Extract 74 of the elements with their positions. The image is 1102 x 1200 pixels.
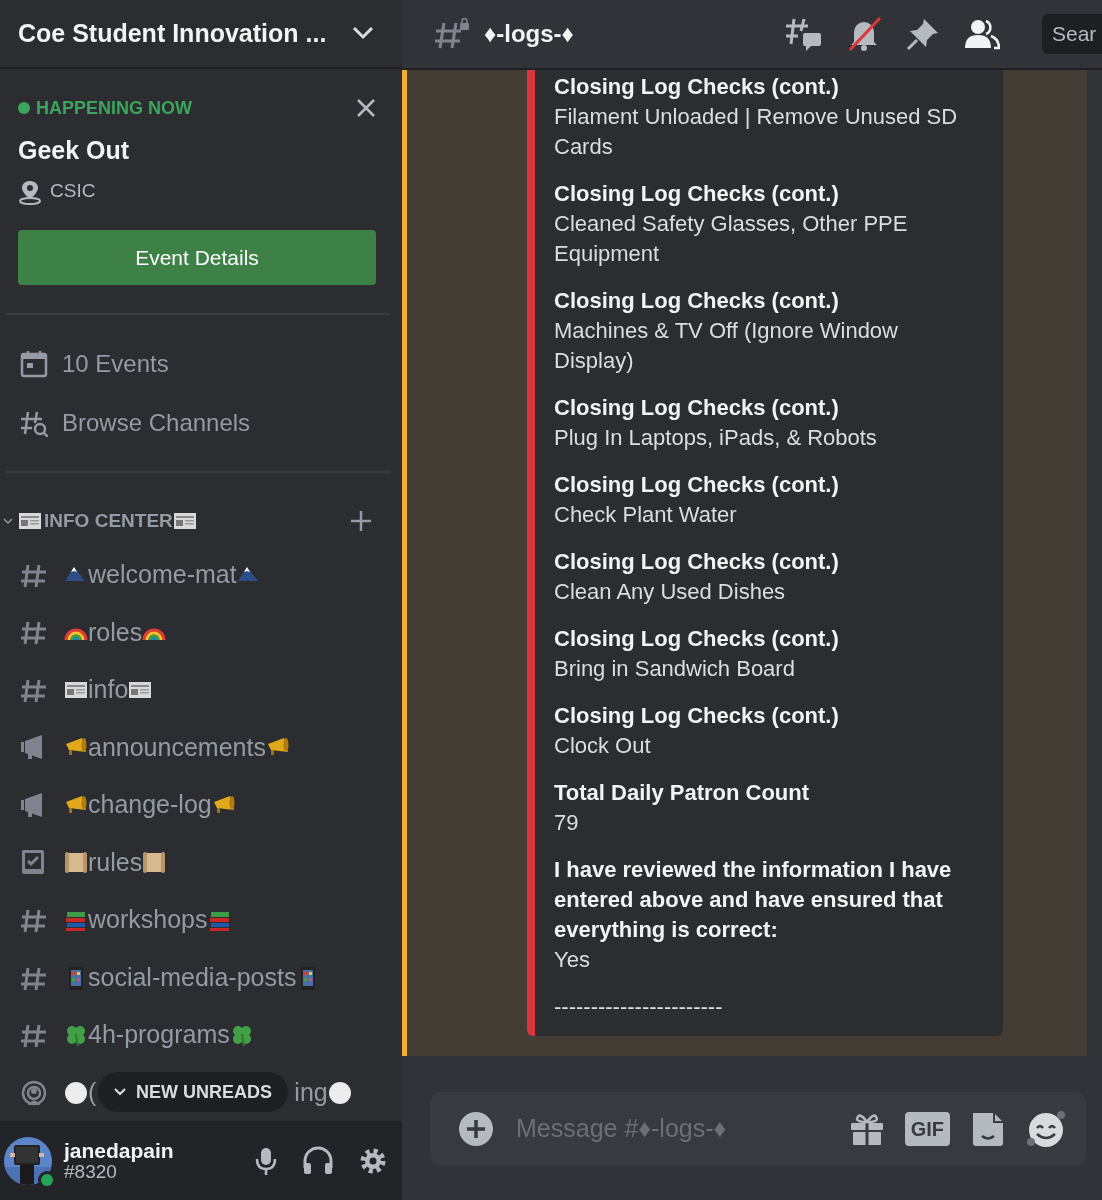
field-name: Closing Log Checks (cont.) bbox=[554, 287, 840, 315]
field-value: Bring in Sandwich Board bbox=[554, 655, 796, 683]
scroll-icon bbox=[64, 850, 88, 875]
sticker-icon[interactable] bbox=[970, 1110, 1006, 1148]
scroll-icon bbox=[142, 850, 167, 875]
clover-icon bbox=[64, 1023, 88, 1048]
field-name: Closing Log Checks (cont.) bbox=[554, 625, 840, 653]
field-value: Plug In Laptops, iPads, & Robots bbox=[554, 424, 878, 452]
channel-name[interactable]: social-media-posts bbox=[88, 958, 297, 997]
pin-icon[interactable] bbox=[906, 17, 940, 51]
microphone-icon[interactable] bbox=[254, 1145, 278, 1176]
channel-name[interactable]: ( bbox=[88, 1073, 97, 1112]
circle-icon bbox=[64, 1080, 88, 1105]
calendar-icon bbox=[20, 350, 48, 379]
server-name[interactable]: Coe Student Innovation ... bbox=[18, 14, 327, 53]
status-dot-icon bbox=[18, 102, 30, 115]
channel-name[interactable]: announcements bbox=[88, 728, 266, 767]
channel-name[interactable]: roles bbox=[88, 613, 143, 652]
new-unreads-button[interactable]: NEW UNREADS bbox=[98, 1072, 288, 1112]
event-title: Geek Out bbox=[18, 134, 131, 166]
field-value: ----------------------- bbox=[554, 993, 724, 1021]
field-name: Closing Log Checks (cont.) bbox=[554, 394, 840, 422]
event-details-button[interactable]: Event Details bbox=[18, 229, 376, 285]
channel-name[interactable]: workshops bbox=[88, 901, 208, 939]
user-tag: #8320 bbox=[64, 1161, 174, 1183]
location-pin-icon bbox=[18, 178, 42, 205]
threads-icon[interactable] bbox=[784, 16, 822, 52]
gif-button[interactable]: GIF bbox=[904, 1112, 950, 1146]
channel-name[interactable]: info bbox=[88, 671, 129, 709]
field-value: Cleaned Safety Glasses, Other PPE Equipment bbox=[554, 210, 909, 268]
field-name: Total Daily Patron Count bbox=[554, 779, 811, 807]
chevron-down-icon[interactable] bbox=[352, 26, 374, 41]
channel-name[interactable]: 4h-programs bbox=[88, 1016, 230, 1054]
field-value: 79 bbox=[554, 809, 580, 837]
channel-name[interactable]: welcome-mat bbox=[88, 556, 237, 594]
search-field[interactable]: Sear bbox=[1042, 14, 1102, 54]
online-status-icon bbox=[38, 1170, 56, 1189]
category-label[interactable]: INFO CENTER bbox=[44, 507, 173, 536]
field-value: Clean Any Used Dishes bbox=[554, 578, 787, 606]
field-name: I have reviewed the information I have entered above and have ensured that everything is correct: bbox=[554, 856, 953, 944]
event-location: CSIC bbox=[50, 179, 96, 204]
channel-title: ♦-logs-♦ bbox=[484, 19, 574, 49]
circle-icon bbox=[327, 1080, 352, 1105]
channel-name[interactable]: rules bbox=[88, 843, 143, 882]
gift-icon[interactable] bbox=[848, 1111, 885, 1147]
hash-lock-icon bbox=[434, 18, 470, 50]
chevron-down-icon[interactable] bbox=[2, 516, 14, 527]
field-name: Closing Log Checks (cont.) bbox=[554, 471, 840, 499]
field-value: Machines & TV Off (Ignore Window Display) bbox=[554, 317, 899, 375]
field-value: Filament Unloaded | Remove Unused SD Cards bbox=[554, 103, 959, 161]
field-value: Check Plant Water bbox=[554, 501, 738, 529]
channel-name[interactable]: ing bbox=[294, 1073, 328, 1112]
members-icon[interactable] bbox=[964, 18, 1000, 50]
close-icon[interactable] bbox=[356, 98, 376, 119]
field-name: Closing Log Checks (cont.) bbox=[554, 548, 840, 576]
broadcast-icon bbox=[20, 1078, 48, 1107]
headphones-icon[interactable] bbox=[302, 1145, 334, 1176]
field-value: Clock Out bbox=[554, 732, 652, 760]
message-composer[interactable]: Message #♦-logs-♦ GIF bbox=[430, 1092, 1086, 1166]
add-channel-icon[interactable] bbox=[350, 510, 372, 533]
channel-name[interactable]: change-log bbox=[88, 786, 212, 824]
hash-search-icon bbox=[20, 409, 48, 438]
field-name: Closing Log Checks (cont.) bbox=[554, 702, 840, 730]
chevron-down-icon bbox=[114, 1088, 126, 1096]
muted-bell-icon[interactable] bbox=[846, 16, 882, 52]
add-icon[interactable] bbox=[458, 1111, 494, 1147]
emoji-icon[interactable] bbox=[1026, 1109, 1066, 1149]
field-value: Yes bbox=[554, 946, 591, 974]
user-name: janedapain bbox=[64, 1138, 174, 1162]
nav-item-label[interactable]: 10 Events bbox=[62, 346, 169, 383]
event-status: HAPPENING NOW bbox=[36, 96, 192, 120]
field-name: Closing Log Checks (cont.) bbox=[554, 73, 840, 101]
field-name: Closing Log Checks (cont.) bbox=[554, 180, 840, 208]
nav-item-label[interactable]: Browse Channels bbox=[62, 405, 251, 442]
